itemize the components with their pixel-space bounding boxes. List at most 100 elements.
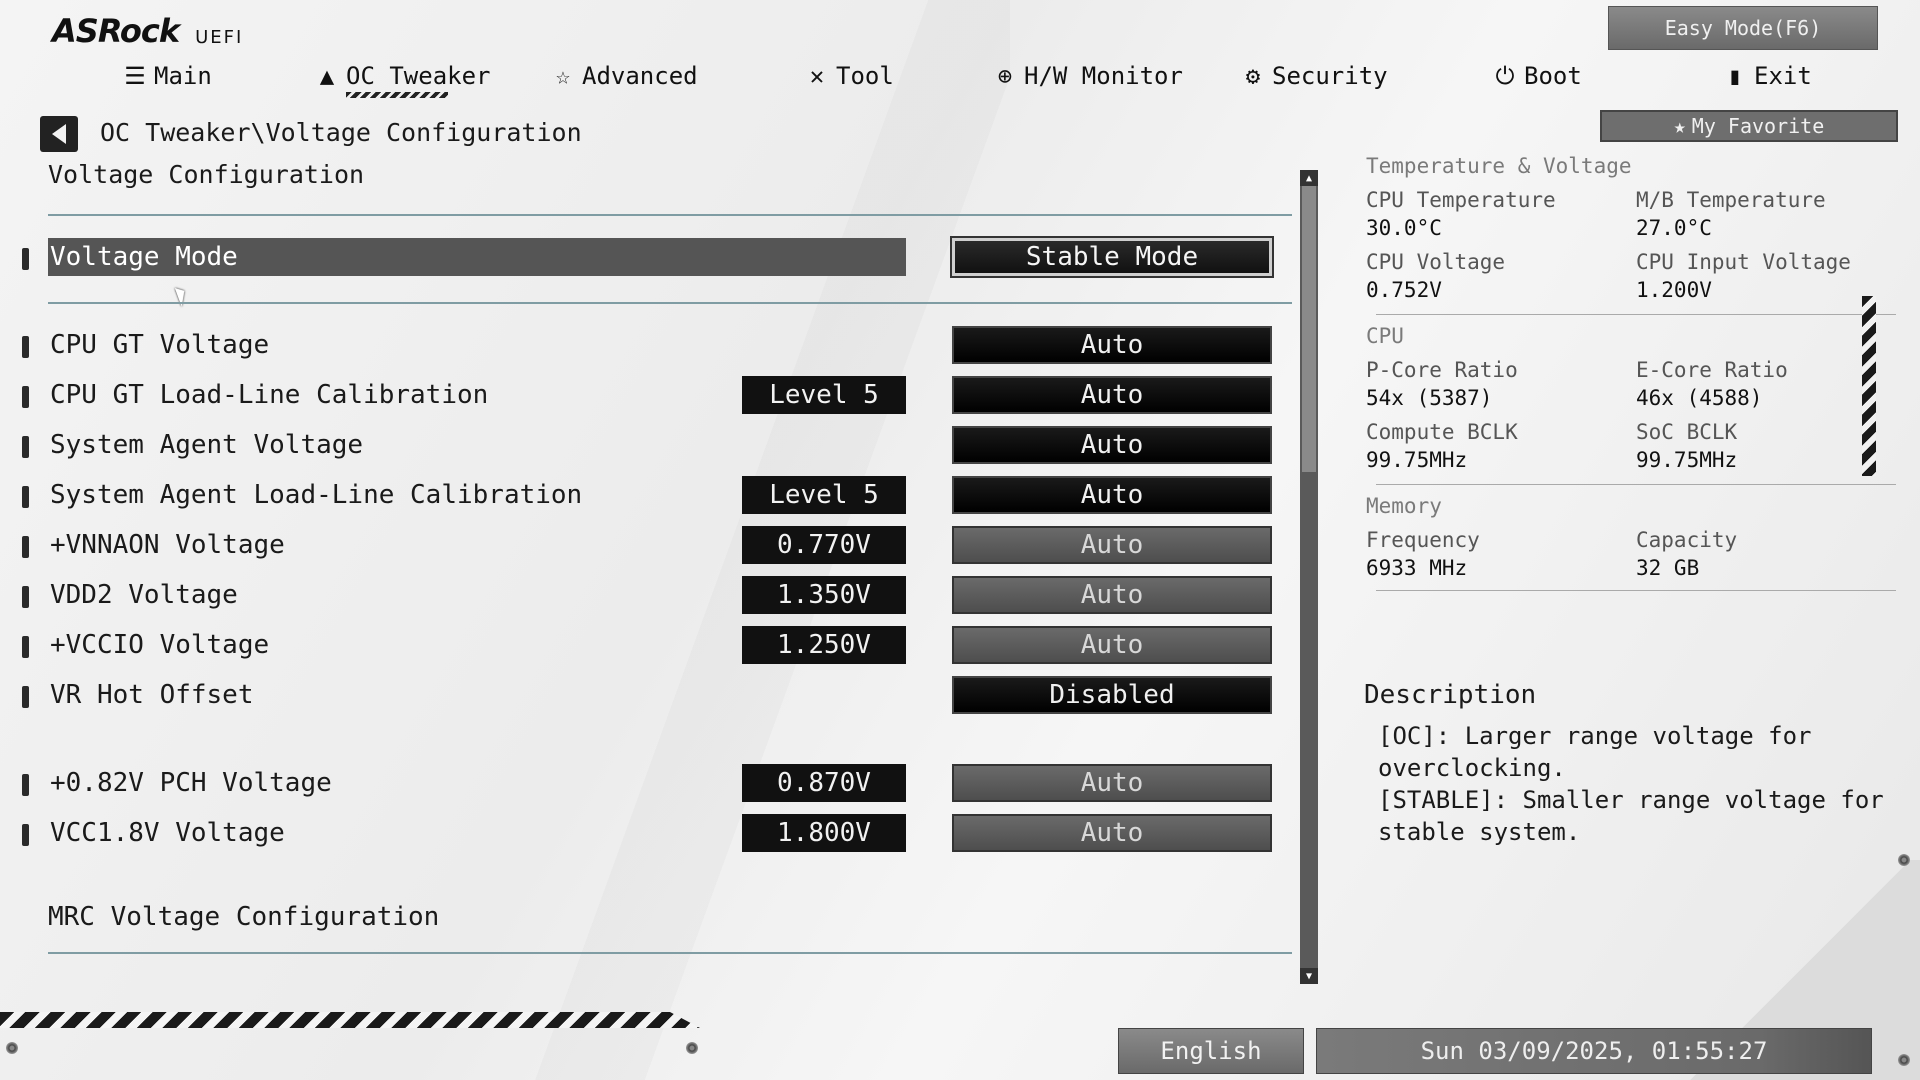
setting-label: +0.82V PCH Voltage	[50, 768, 332, 798]
tab-label: OC Tweaker	[346, 62, 491, 90]
bullet-icon	[22, 824, 29, 846]
datetime-display: Sun 03/09/2025, 01:55:27	[1316, 1028, 1872, 1074]
setting-cpu-gt-llc[interactable]: CPU GT Load-Line Calibration Level 5 Aut…	[0, 376, 1290, 416]
tab-label: Security	[1272, 62, 1388, 90]
tab-label: Main	[154, 62, 212, 90]
description-body: [OC]: Larger range voltage for overclock…	[1378, 720, 1884, 848]
setting-value-button[interactable]: Auto	[952, 326, 1272, 364]
memory-heading: Memory	[1366, 494, 1442, 518]
setting-label: System Agent Voltage	[50, 430, 364, 460]
setting-value-button[interactable]: Disabled	[952, 676, 1272, 714]
memory-capacity-value: 32 GB	[1636, 556, 1700, 580]
pcore-ratio-value: 54x (5387)	[1366, 386, 1493, 410]
rocket-icon: ▲	[319, 62, 335, 90]
pcore-ratio-label: P-Core Ratio	[1366, 358, 1518, 382]
tab-exit[interactable]: ▮ Exit	[1722, 58, 1812, 94]
setting-cpu-gt-voltage[interactable]: CPU GT Voltage Auto	[0, 326, 1290, 366]
tab-tool[interactable]: ✕ Tool	[804, 58, 894, 94]
setting-label: VDD2 Voltage	[50, 580, 238, 610]
divider	[48, 952, 1292, 954]
temp-voltage-heading: Temperature & Voltage	[1366, 154, 1632, 178]
setting-label: CPU GT Voltage	[50, 330, 270, 360]
bullet-icon	[22, 436, 29, 458]
my-favorite-button[interactable]: ★ My Favorite	[1600, 110, 1898, 142]
bullet-icon	[22, 386, 29, 408]
description-line: [STABLE]: Smaller range voltage for	[1378, 786, 1884, 814]
setting-label: VCC1.8V Voltage	[50, 818, 285, 848]
star-icon: ☆	[555, 62, 571, 90]
setting-vccio-voltage[interactable]: +VCCIO Voltage 1.250V Auto	[0, 626, 1290, 666]
page-title: Voltage Configuration	[48, 160, 365, 189]
easy-mode-button[interactable]: Easy Mode(F6)	[1608, 6, 1878, 50]
tab-oc-tweaker[interactable]: ▲ OC Tweaker	[314, 58, 491, 94]
cpu-input-voltage-label: CPU Input Voltage	[1636, 250, 1851, 274]
current-value: 0.770V	[742, 526, 906, 564]
divider	[1376, 590, 1896, 591]
screw-icon	[6, 1042, 18, 1054]
setting-pch-voltage[interactable]: +0.82V PCH Voltage 0.870V Auto	[0, 764, 1290, 804]
setting-value-button[interactable]: Auto	[952, 526, 1272, 564]
crosshair-icon: ⊕	[997, 62, 1013, 90]
tab-hw-monitor[interactable]: ⊕ H/W Monitor	[992, 58, 1183, 94]
bullet-icon	[22, 686, 29, 708]
setting-vdd2-voltage[interactable]: VDD2 Voltage 1.350V Auto	[0, 576, 1290, 616]
bullet-icon	[22, 536, 29, 558]
compute-bclk-label: Compute BCLK	[1366, 420, 1518, 444]
voltage-mode-select[interactable]: Stable Mode	[950, 236, 1274, 278]
language-button[interactable]: English	[1118, 1028, 1304, 1074]
tab-main[interactable]: ☰ Main	[122, 58, 212, 94]
tab-label: Exit	[1754, 62, 1812, 90]
setting-vnnaon-voltage[interactable]: +VNNAON Voltage 0.770V Auto	[0, 526, 1290, 566]
list-icon: ☰	[124, 62, 146, 90]
bullet-icon	[22, 248, 29, 270]
main-tabs: ☰ Main ▲ OC Tweaker ☆ Advanced ✕ Tool ⊕ …	[0, 58, 1900, 98]
setting-value-button[interactable]: Auto	[952, 376, 1272, 414]
tab-boot[interactable]: ⏻ Boot	[1492, 58, 1582, 94]
tab-label: Boot	[1524, 62, 1582, 90]
memory-capacity-label: Capacity	[1636, 528, 1738, 552]
setting-label: VR Hot Offset	[50, 680, 254, 710]
description-title: Description	[1364, 680, 1537, 710]
scroll-down-icon[interactable]: ▼	[1300, 968, 1318, 984]
setting-system-agent-voltage[interactable]: System Agent Voltage Auto	[0, 426, 1290, 466]
cpu-voltage-label: CPU Voltage	[1366, 250, 1506, 274]
scroll-up-icon[interactable]: ▲	[1300, 170, 1318, 186]
setting-value-button[interactable]: Auto	[952, 576, 1272, 614]
setting-value-button[interactable]: Auto	[952, 626, 1272, 664]
shield-icon: ⚙	[1245, 62, 1261, 90]
setting-value-button[interactable]: Auto	[952, 814, 1272, 852]
cpu-temp-value: 30.0°C	[1366, 216, 1442, 240]
current-value: 0.870V	[742, 764, 906, 802]
back-button[interactable]	[40, 116, 78, 152]
logo-subtext: UEFI	[195, 27, 244, 48]
tab-label: H/W Monitor	[1024, 62, 1183, 90]
divider	[48, 214, 1292, 216]
cpu-temp-label: CPU Temperature	[1366, 188, 1556, 212]
current-value: 1.350V	[742, 576, 906, 614]
setting-label: Voltage Mode	[50, 242, 238, 272]
setting-label: +VNNAON Voltage	[50, 530, 285, 560]
soc-bclk-value: 99.75MHz	[1636, 448, 1738, 472]
screw-icon	[1898, 1054, 1910, 1066]
wrench-icon: ✕	[809, 62, 825, 90]
my-favorite-label: My Favorite	[1691, 114, 1825, 138]
logo-text: ASRock	[52, 12, 180, 50]
current-value: Level 5	[742, 376, 906, 414]
setting-voltage-mode[interactable]: Voltage Mode Stable Mode	[0, 236, 1290, 278]
setting-value-button[interactable]: Auto	[952, 426, 1272, 464]
hazard-stripe	[0, 1012, 700, 1028]
setting-vcc18-voltage[interactable]: VCC1.8V Voltage 1.800V Auto	[0, 814, 1290, 854]
submenu-mrc-voltage[interactable]: MRC Voltage Configuration	[0, 898, 1290, 938]
tab-advanced[interactable]: ☆ Advanced	[550, 58, 698, 94]
setting-label: +VCCIO Voltage	[50, 630, 270, 660]
tab-security[interactable]: ⚙ Security	[1240, 58, 1388, 94]
setting-value-button[interactable]: Auto	[952, 476, 1272, 514]
cpu-heading: CPU	[1366, 324, 1404, 348]
setting-system-agent-llc[interactable]: System Agent Load-Line Calibration Level…	[0, 476, 1290, 516]
scrollbar-thumb[interactable]	[1302, 186, 1316, 472]
mb-temp-label: M/B Temperature	[1636, 188, 1826, 212]
ecore-ratio-label: E-Core Ratio	[1636, 358, 1788, 382]
setting-vr-hot-offset[interactable]: VR Hot Offset Disabled	[0, 676, 1290, 716]
setting-value-button[interactable]: Auto	[952, 764, 1272, 802]
setting-label: System Agent Load-Line Calibration	[50, 480, 583, 510]
